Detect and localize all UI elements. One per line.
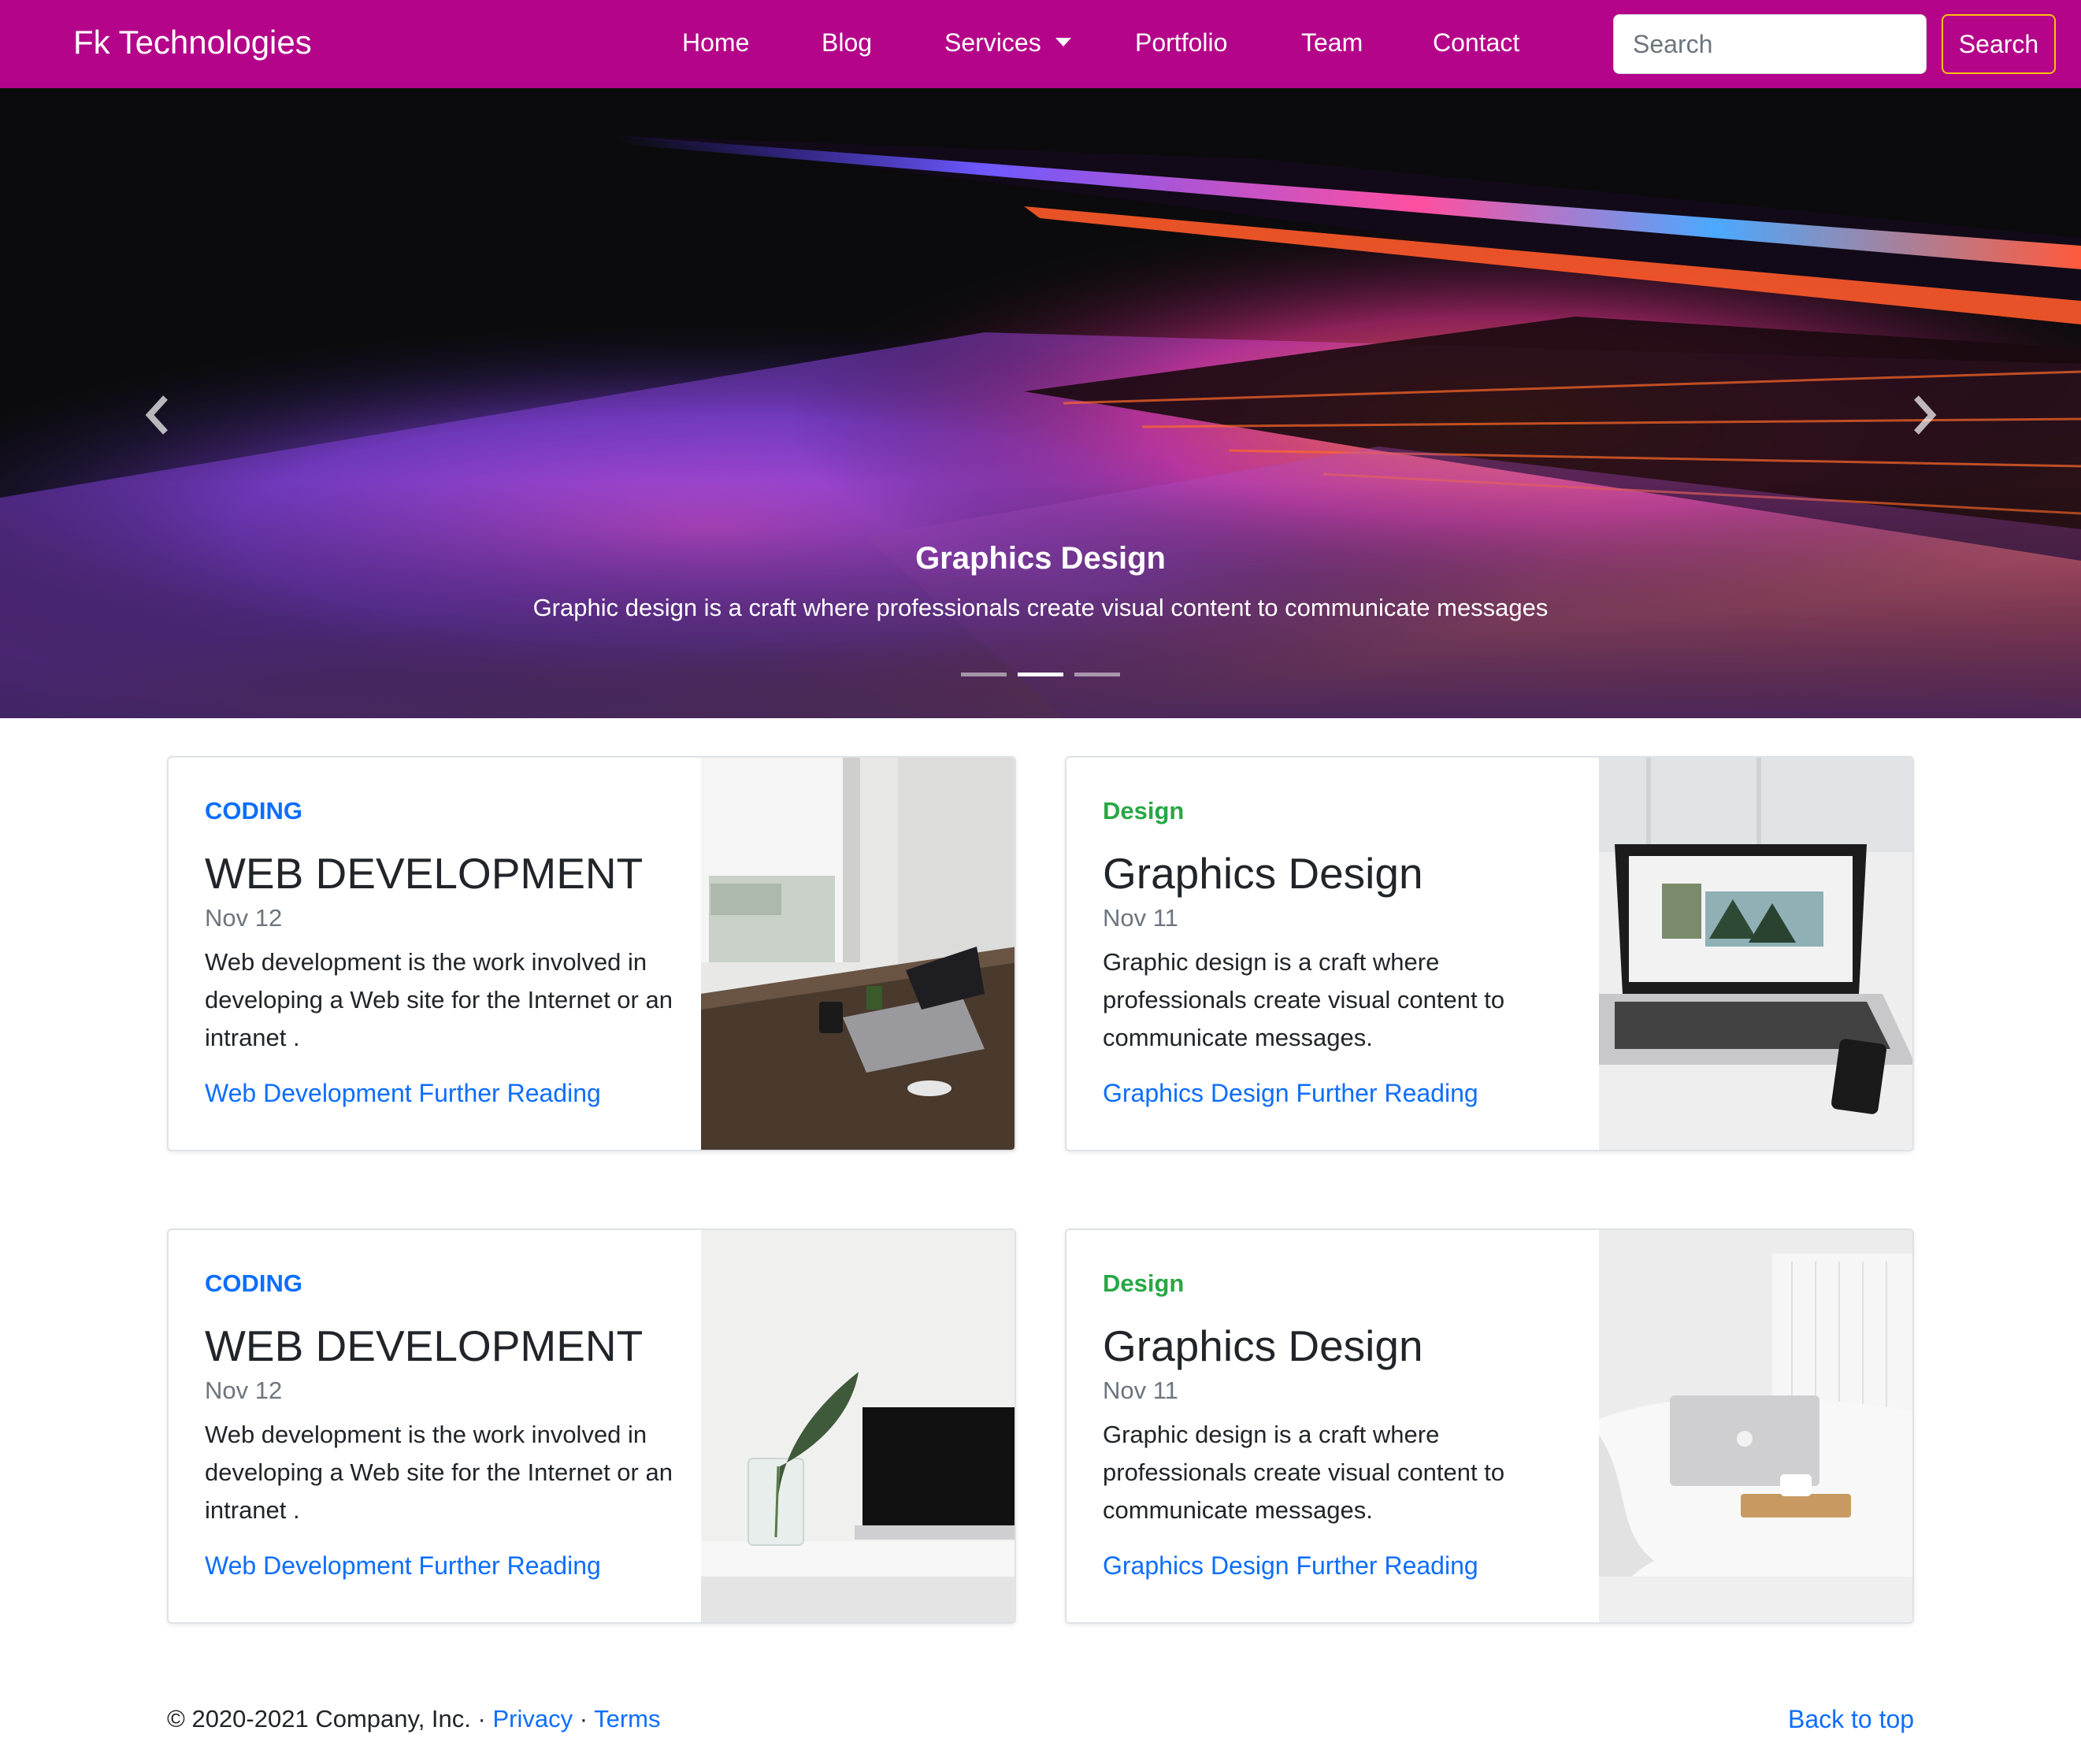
card-date: Nov 11 [1103,1377,1178,1404]
card-description: Web development is the work involved in … [205,948,673,1051]
privacy-link[interactable]: Privacy [492,1705,573,1732]
hero-carousel: Graphics Design Graphic design is a craf… [0,88,2081,718]
nav-home[interactable]: Home [682,28,749,57]
card-date: Nov 12 [205,1377,283,1404]
blog-card: Design Graphics Design Nov 11 Graphic de… [1065,1228,1914,1624]
card-title: Graphics Design [1103,1321,1423,1370]
card-category: CODING [205,797,302,825]
bed-laptop-image [1599,1230,1912,1622]
card-category: CODING [205,1269,302,1297]
card-read-more-link[interactable]: Web Development Further Reading [205,1551,601,1581]
nav-services-label: Services [944,28,1041,57]
terms-link[interactable]: Terms [594,1705,660,1732]
hero-caption-text: Graphic design is a craft where professi… [532,594,1549,621]
nav-team[interactable]: Team [1301,28,1363,57]
caret-down-icon [1055,38,1071,47]
nav-portfolio[interactable]: Portfolio [1135,28,1227,57]
carousel-indicator[interactable] [961,673,1007,676]
card-title: WEB DEVELOPMENT [205,1321,644,1370]
card-category: Design [1103,1269,1185,1297]
card-description: Graphic design is a craft where professi… [1103,1421,1505,1524]
search-input[interactable]: Search [1613,14,1927,74]
footer-separator: · [573,1705,595,1732]
blog-card: Design Graphics Design Nov 11 Graphic de… [1065,756,1914,1151]
search-button[interactable]: Search [1942,14,2056,74]
card-date: Nov 11 [1103,904,1178,932]
chevron-right-icon[interactable] [1901,384,1948,447]
hero-caption-title: Graphics Design [915,541,1166,576]
desk-laptop-image [701,758,1015,1150]
blog-card: CODING WEB DEVELOPMENT Nov 12 Web develo… [167,1228,1016,1624]
card-title: WEB DEVELOPMENT [205,849,644,898]
copyright-text: © 2020-2021 Company, Inc. · [167,1705,493,1732]
brand-logo[interactable]: Fk Technologies [73,24,312,61]
card-read-more-link[interactable]: Graphics Design Further Reading [1103,1079,1478,1108]
nav-services-dropdown[interactable]: Services [944,28,1071,57]
card-category: Design [1103,797,1185,825]
card-title: Graphics Design [1103,849,1423,898]
card-read-more-link[interactable]: Web Development Further Reading [205,1079,601,1108]
hero-laptop-image [0,88,2081,718]
laptop-photo-image [1599,758,1912,1150]
blog-card: CODING WEB DEVELOPMENT Nov 12 Web develo… [167,756,1016,1151]
card-read-more-link[interactable]: Graphics Design Further Reading [1103,1551,1478,1581]
chevron-left-icon[interactable] [134,384,181,447]
card-description: Web development is the work involved in … [205,1421,673,1524]
card-description: Graphic design is a craft where professi… [1103,948,1505,1051]
nav-blog[interactable]: Blog [822,28,872,57]
nav-contact[interactable]: Contact [1433,28,1519,57]
navbar: Fk Technologies Home Blog Services Portf… [0,0,2081,88]
footer-copyright: © 2020-2021 Company, Inc. · Privacy · Te… [167,1705,660,1733]
back-to-top-link[interactable]: Back to top [1788,1705,1914,1734]
card-date: Nov 12 [205,904,283,932]
carousel-indicator[interactable] [1074,673,1120,676]
carousel-indicator-active[interactable] [1018,673,1063,676]
plant-laptop-image [701,1230,1015,1622]
